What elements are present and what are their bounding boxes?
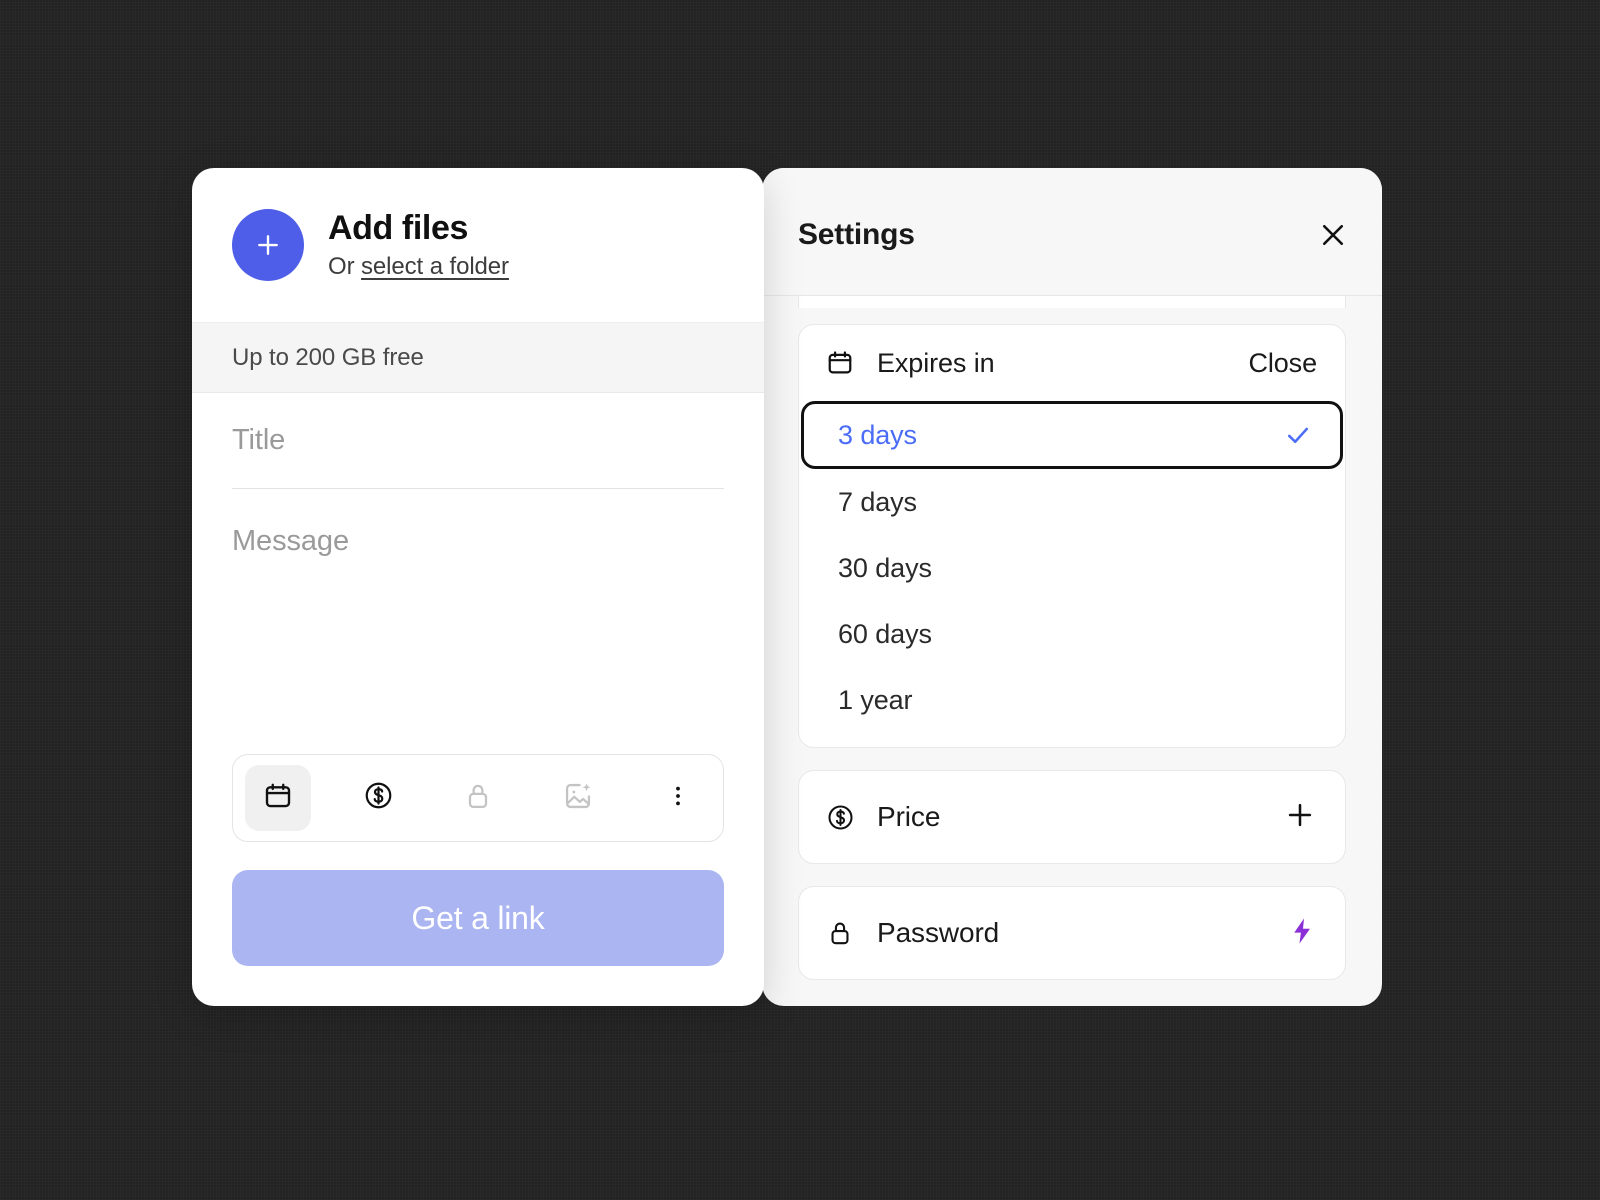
calendar-icon bbox=[263, 781, 293, 816]
plus-icon bbox=[253, 230, 283, 260]
expires-option-7-days[interactable]: 7 days bbox=[801, 469, 1343, 535]
close-settings-button[interactable] bbox=[1314, 216, 1352, 254]
title-input[interactable]: Title bbox=[232, 393, 724, 489]
expires-in-label: Expires in bbox=[877, 347, 995, 378]
dollar-circle-icon bbox=[825, 802, 855, 832]
toolbar-expires-button[interactable] bbox=[245, 765, 311, 831]
quota-banner: Up to 200 GB free bbox=[192, 323, 764, 393]
form-fields: Title Message bbox=[192, 393, 764, 589]
close-icon bbox=[1318, 220, 1348, 250]
plus-icon bbox=[1284, 799, 1316, 836]
expires-option-label: 3 days bbox=[838, 419, 917, 450]
expires-close-button[interactable]: Close bbox=[1248, 348, 1317, 379]
settings-header: Settings bbox=[762, 168, 1382, 296]
password-card[interactable]: Password bbox=[798, 886, 1346, 980]
add-files-subtitle: Or select a folder bbox=[328, 253, 509, 281]
expires-option-60-days[interactable]: 60 days bbox=[801, 601, 1343, 667]
add-files-title: Add files bbox=[328, 208, 468, 247]
toolbar-password-button[interactable] bbox=[445, 765, 511, 831]
lock-icon bbox=[463, 781, 493, 816]
bolt-icon bbox=[1287, 916, 1317, 951]
settings-panel: Settings Expires in Close 3 days 7 days … bbox=[762, 168, 1382, 1006]
lock-icon bbox=[825, 918, 855, 948]
expires-option-30-days[interactable]: 30 days bbox=[801, 535, 1343, 601]
image-sparkle-icon bbox=[562, 780, 594, 817]
more-vertical-icon bbox=[665, 783, 691, 814]
expires-option-label: 60 days bbox=[838, 618, 932, 649]
options-toolbar bbox=[232, 754, 724, 842]
price-card[interactable]: Price bbox=[798, 770, 1346, 864]
expires-option-3-days[interactable]: 3 days bbox=[801, 401, 1343, 469]
add-price-button[interactable] bbox=[1283, 800, 1317, 834]
password-label: Password bbox=[877, 917, 1000, 948]
calendar-icon bbox=[825, 348, 855, 378]
price-label: Price bbox=[877, 801, 941, 832]
screen: Settings Expires in Close 3 days 7 days … bbox=[0, 0, 1600, 1200]
add-files-text: Add files Or select a folder bbox=[328, 209, 509, 281]
add-files-button[interactable] bbox=[232, 209, 304, 281]
check-icon bbox=[1284, 421, 1312, 449]
add-files-row[interactable]: Add files Or select a folder bbox=[192, 168, 764, 323]
expires-option-label: 1 year bbox=[838, 684, 913, 715]
pro-upgrade-button[interactable] bbox=[1287, 916, 1317, 951]
settings-title: Settings bbox=[798, 218, 915, 251]
expires-option-label: 30 days bbox=[838, 552, 932, 583]
message-input[interactable]: Message bbox=[232, 489, 724, 589]
expires-option-1-year[interactable]: 1 year bbox=[801, 667, 1343, 733]
expires-in-header: Expires in Close bbox=[799, 325, 1345, 401]
expires-in-card: Expires in Close 3 days 7 days 30 days 6… bbox=[798, 324, 1346, 748]
dollar-circle-icon bbox=[363, 780, 394, 816]
expires-option-label: 7 days bbox=[838, 486, 917, 517]
add-files-sub-prefix: Or bbox=[328, 253, 362, 281]
toolbar-background-button[interactable] bbox=[545, 765, 611, 831]
toolbar-more-button[interactable] bbox=[645, 765, 711, 831]
toolbar-price-button[interactable] bbox=[345, 765, 411, 831]
settings-scroll-area[interactable]: Expires in Close 3 days 7 days 30 days 6… bbox=[762, 296, 1382, 1006]
flex-spacer bbox=[192, 589, 764, 754]
scrolled-card-partial bbox=[798, 296, 1346, 308]
select-folder-link[interactable]: select a folder bbox=[361, 253, 509, 280]
add-files-panel: Add files Or select a folder Up to 200 G… bbox=[192, 168, 764, 1006]
get-a-link-button[interactable]: Get a link bbox=[232, 870, 724, 966]
